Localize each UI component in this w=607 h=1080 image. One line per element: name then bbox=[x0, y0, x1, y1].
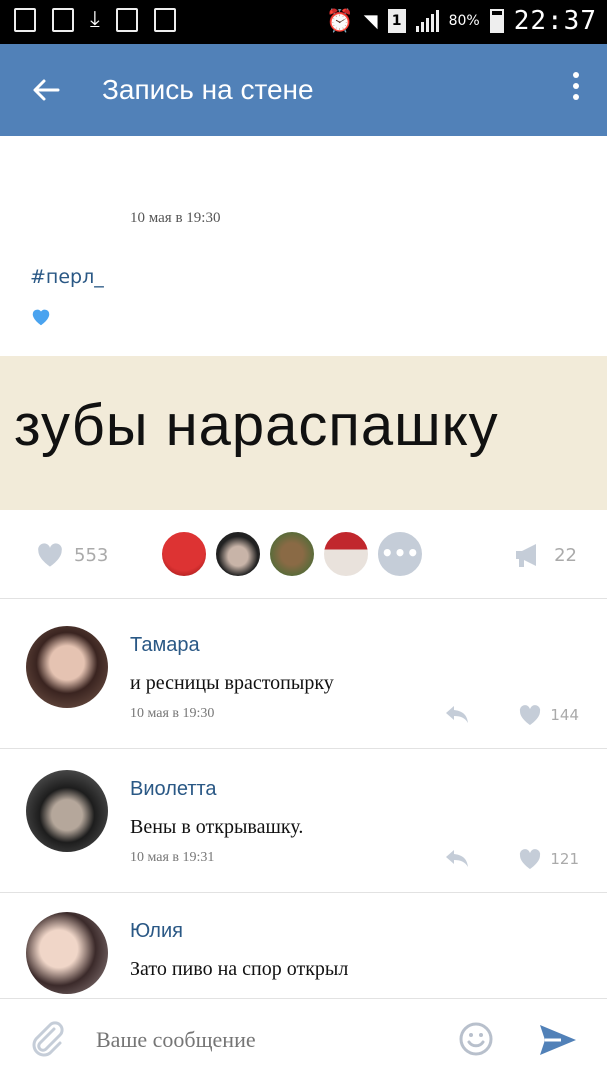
back-arrow-icon[interactable] bbox=[30, 74, 62, 111]
notification-icons: ⤓ bbox=[14, 8, 176, 32]
comment-date: 10 мая в 19:30 bbox=[130, 706, 215, 721]
liker-avatar[interactable] bbox=[322, 530, 370, 578]
post-image-text: зубы нараспашку bbox=[14, 393, 499, 458]
comment-author-link[interactable]: Юлия bbox=[130, 920, 183, 943]
battery-icon bbox=[489, 9, 504, 33]
divider bbox=[0, 598, 607, 599]
comment-text: Зато пиво на спор открыл bbox=[130, 958, 349, 980]
post-actions: 553 ••• 22 bbox=[0, 526, 607, 582]
page-title: Запись на стене bbox=[102, 74, 314, 105]
comment-like-count: 121 bbox=[550, 850, 579, 868]
likers-avatars[interactable]: ••• bbox=[160, 530, 424, 578]
comment-author-link[interactable]: Тамара bbox=[130, 634, 200, 657]
comment-text: Вены в открывашку. bbox=[130, 816, 304, 838]
paperclip-icon[interactable] bbox=[30, 1021, 66, 1059]
clock: 22:37 bbox=[513, 6, 597, 36]
message-input[interactable] bbox=[96, 1027, 416, 1053]
liker-avatar[interactable] bbox=[160, 530, 208, 578]
wifi-icon: ◥ bbox=[363, 10, 378, 32]
signal-icon bbox=[415, 10, 439, 32]
image-icon bbox=[52, 8, 74, 32]
notification-icon bbox=[14, 8, 36, 32]
emoji-icon[interactable] bbox=[458, 1021, 494, 1057]
share-count: 22 bbox=[554, 544, 577, 566]
reply-icon[interactable] bbox=[444, 704, 470, 724]
post-date: 10 мая в 19:30 bbox=[130, 210, 221, 226]
post-hashtag-link[interactable]: #перл_ bbox=[30, 266, 104, 288]
comment: Тамара и ресницы врастопырку 10 мая в 19… bbox=[0, 626, 607, 766]
megaphone-icon bbox=[516, 544, 537, 567]
heart-icon bbox=[38, 543, 62, 567]
status-bar: ⤓ ⏰ ◥ 1 80% 22:37 bbox=[0, 0, 607, 44]
liker-avatar[interactable] bbox=[268, 530, 316, 578]
message-composer bbox=[0, 998, 607, 1080]
sim-icon: 1 bbox=[387, 9, 406, 33]
clipboard-icon bbox=[153, 8, 176, 32]
download-icon: ⤓ bbox=[90, 7, 100, 32]
comment-like-button[interactable]: 144 bbox=[518, 704, 579, 726]
battery-percent: 80% bbox=[448, 13, 480, 29]
reply-icon[interactable] bbox=[444, 848, 470, 868]
send-icon[interactable] bbox=[538, 1023, 578, 1057]
heart-icon bbox=[520, 849, 541, 869]
comment-text: и ресницы врастопырку bbox=[130, 672, 334, 694]
like-count: 553 bbox=[74, 544, 109, 566]
comment-date: 10 мая в 19:31 bbox=[130, 850, 215, 865]
more-likers-button[interactable]: ••• bbox=[376, 530, 424, 578]
comment-like-count: 144 bbox=[550, 706, 579, 724]
blue-heart-icon bbox=[32, 309, 50, 326]
comment-like-button[interactable]: 121 bbox=[518, 848, 579, 870]
notification-icon bbox=[115, 8, 138, 32]
divider bbox=[0, 748, 607, 749]
heart-icon bbox=[520, 705, 541, 725]
more-vertical-icon[interactable] bbox=[573, 72, 579, 100]
liker-avatar[interactable] bbox=[214, 530, 262, 578]
avatar[interactable] bbox=[26, 626, 108, 708]
divider bbox=[0, 892, 607, 893]
share-button[interactable]: 22 bbox=[514, 542, 577, 568]
like-button[interactable]: 553 bbox=[36, 542, 108, 568]
comment-author-link[interactable]: Виолетта bbox=[130, 778, 217, 801]
avatar[interactable] bbox=[26, 770, 108, 852]
comment: Виолетта Вены в открывашку. 10 мая в 19:… bbox=[0, 770, 607, 910]
app-bar: Запись на стене bbox=[0, 44, 607, 136]
avatar[interactable] bbox=[26, 912, 108, 994]
comment: Юлия Зато пиво на спор открыл bbox=[0, 912, 607, 998]
alarm-icon: ⏰ bbox=[326, 8, 354, 34]
